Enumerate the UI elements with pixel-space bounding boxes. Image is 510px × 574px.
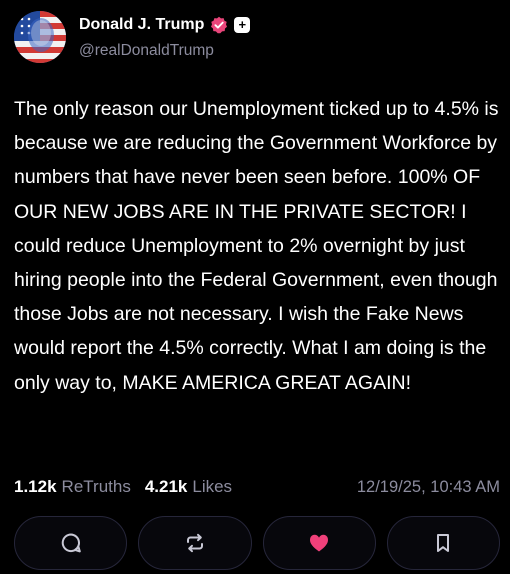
repost-icon — [186, 533, 203, 553]
avatar-image — [14, 11, 66, 63]
likes-label: Likes — [192, 477, 233, 496]
reply-button[interactable] — [14, 516, 128, 570]
plus-badge-icon: + — [234, 17, 251, 33]
likes-stat[interactable]: 4.21k Likes — [145, 477, 232, 497]
truth-post: Donald J. Trump + @realDonaldTrump The o… — [0, 0, 510, 574]
author-display-name[interactable]: Donald J. Trump — [79, 16, 204, 34]
bookmark-button[interactable] — [386, 516, 500, 570]
retruths-label: ReTruths — [61, 477, 131, 496]
post-body-text: The only reason our Unemployment ticked … — [14, 98, 499, 394]
heart-icon — [310, 534, 329, 552]
comment-icon — [61, 533, 81, 553]
likes-count: 4.21k — [144, 477, 188, 496]
avatar[interactable] — [14, 11, 66, 63]
retruth-button[interactable] — [138, 516, 252, 570]
post-stats: 1.12k ReTruths 4.21k Likes 12/19/25, 10:… — [14, 474, 500, 500]
like-button[interactable] — [262, 516, 376, 570]
retruths-count: 1.12k — [14, 477, 57, 496]
retruths-stat[interactable]: 1.12k ReTruths — [14, 477, 131, 497]
bookmark-icon — [437, 534, 450, 552]
post-timestamp[interactable]: 12/19/25, 10:43 AM — [357, 478, 500, 497]
author-name-row: Donald J. Trump + — [79, 14, 251, 36]
verified-badge-icon — [211, 16, 228, 34]
author-handle[interactable]: @realDonaldTrump — [79, 42, 214, 60]
post-actions — [14, 516, 500, 570]
